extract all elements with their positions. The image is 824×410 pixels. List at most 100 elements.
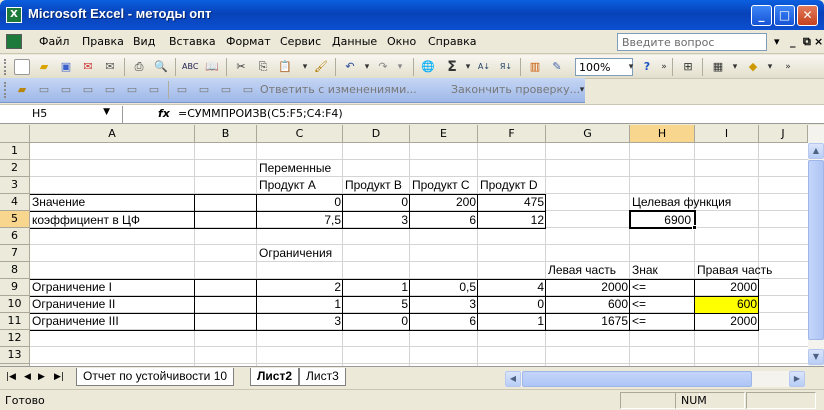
cell-i9[interactable]: 2000 bbox=[695, 279, 759, 296]
scroll-left-icon[interactable]: ◀ bbox=[505, 371, 521, 387]
cell-d3[interactable]: Продукт B bbox=[343, 177, 410, 194]
borders-icon[interactable]: ▦ bbox=[710, 59, 726, 75]
minimize-button[interactable]: _ bbox=[751, 5, 772, 26]
undo-icon[interactable]: ↶ bbox=[342, 59, 358, 75]
column-header-e[interactable]: E bbox=[410, 125, 478, 143]
autosum-icon[interactable]: Σ bbox=[444, 59, 460, 75]
cell-c11[interactable]: 3 bbox=[257, 313, 343, 330]
cell-g10[interactable]: 600 bbox=[546, 296, 630, 313]
format-painter-icon[interactable]: 🖌 bbox=[313, 59, 329, 75]
fill-color-icon[interactable]: ◆ bbox=[745, 59, 761, 75]
cell-e11[interactable]: 6 bbox=[410, 313, 478, 330]
next-sheet-icon[interactable]: ▶ bbox=[38, 372, 45, 382]
horizontal-scroll-thumb[interactable] bbox=[522, 371, 752, 387]
cell-f10[interactable]: 0 bbox=[478, 296, 546, 313]
column-header-c[interactable]: C bbox=[257, 125, 343, 143]
cell-c2[interactable]: Переменные bbox=[257, 160, 343, 177]
cell-a10[interactable]: Ограничение II bbox=[30, 296, 195, 313]
ask-dropdown-icon[interactable]: ▾ bbox=[774, 35, 780, 48]
cell-e9[interactable]: 0,5 bbox=[410, 279, 478, 296]
copy-icon[interactable]: ⎘ bbox=[255, 59, 271, 75]
review-icon-4[interactable]: ▭ bbox=[80, 82, 96, 98]
zoom-dropdown-icon[interactable]: ▾ bbox=[623, 59, 639, 75]
new-icon[interactable] bbox=[14, 59, 30, 75]
review-icon-1[interactable]: ▰ bbox=[14, 82, 30, 98]
cell-h11[interactable]: <= bbox=[630, 313, 695, 330]
drawing-icon[interactable]: ✎ bbox=[549, 59, 565, 75]
ask-question-input[interactable]: Введите вопрос bbox=[617, 33, 767, 51]
row-header-6[interactable]: 6 bbox=[0, 228, 30, 245]
cell-d5[interactable]: 3 bbox=[343, 212, 410, 229]
cut-icon[interactable]: ✂ bbox=[233, 59, 249, 75]
cell-d4[interactable]: 0 bbox=[343, 194, 410, 211]
column-header-b[interactable]: B bbox=[195, 125, 257, 143]
borders-dropdown-icon[interactable]: ▾ bbox=[727, 59, 743, 75]
review-icon-5[interactable]: ▭ bbox=[102, 82, 118, 98]
menu-help[interactable]: Справка bbox=[428, 35, 476, 48]
cell-c5[interactable]: 7,5 bbox=[257, 212, 343, 229]
menu-edit[interactable]: Правка bbox=[82, 35, 124, 48]
scroll-down-icon[interactable]: ▼ bbox=[808, 349, 824, 365]
last-sheet-icon[interactable]: ▶| bbox=[54, 372, 64, 382]
row-header-9[interactable]: 9 bbox=[0, 279, 30, 296]
cell-c7[interactable]: Ограничения bbox=[257, 245, 343, 262]
first-sheet-icon[interactable]: |◀ bbox=[6, 372, 16, 382]
scroll-right-icon[interactable]: ▶ bbox=[789, 371, 805, 387]
review-icon-2[interactable]: ▭ bbox=[36, 82, 52, 98]
reviewing-toolbar-grip[interactable] bbox=[4, 82, 7, 98]
cell-h4[interactable]: Целевая функция bbox=[630, 194, 770, 211]
cell-d10[interactable]: 5 bbox=[343, 296, 410, 313]
row-header-13[interactable]: 13 bbox=[0, 347, 30, 364]
print-preview-icon[interactable]: 🔍 bbox=[153, 59, 169, 75]
column-header-g[interactable]: G bbox=[546, 125, 630, 143]
help-icon[interactable]: ? bbox=[639, 59, 655, 75]
review-icon-7[interactable]: ▭ bbox=[146, 82, 162, 98]
autosum-dropdown-icon[interactable]: ▾ bbox=[460, 59, 476, 75]
name-box-dropdown-icon[interactable]: ▼ bbox=[103, 107, 110, 117]
formula-input[interactable]: =СУММПРОИЗВ(C5:F5;C4:F4) bbox=[178, 107, 343, 120]
menu-data[interactable]: Данные bbox=[332, 35, 377, 48]
cell-e5[interactable]: 6 bbox=[410, 212, 478, 229]
cell-c10[interactable]: 1 bbox=[257, 296, 343, 313]
cell-d9[interactable]: 1 bbox=[343, 279, 410, 296]
row-header-10[interactable]: 10 bbox=[0, 296, 30, 313]
cell-g11[interactable]: 1675 bbox=[546, 313, 630, 330]
menu-file[interactable]: Файл bbox=[39, 35, 69, 48]
redo-icon[interactable]: ↷ bbox=[375, 59, 391, 75]
toolbar-more-icon[interactable]: » bbox=[780, 59, 796, 75]
row-header-8[interactable]: 8 bbox=[0, 262, 30, 279]
open-icon[interactable]: ▰ bbox=[36, 59, 52, 75]
review-icon-8[interactable]: ▭ bbox=[174, 82, 190, 98]
doc-close-button[interactable]: × bbox=[814, 35, 823, 48]
row-header-11[interactable]: 11 bbox=[0, 313, 30, 330]
maximize-button[interactable]: □ bbox=[774, 5, 795, 26]
email-icon[interactable]: ✉ bbox=[102, 59, 118, 75]
cell-a11[interactable]: Ограничение III bbox=[30, 313, 195, 330]
cell-c4[interactable]: 0 bbox=[257, 194, 343, 211]
close-button[interactable]: ✕ bbox=[797, 5, 818, 26]
cell-a5[interactable]: коэффициент в ЦФ bbox=[30, 212, 195, 229]
review-icon-6[interactable]: ▭ bbox=[124, 82, 140, 98]
row-header-12[interactable]: 12 bbox=[0, 330, 30, 347]
paste-icon[interactable]: 📋 bbox=[277, 59, 293, 75]
save-icon[interactable]: ▣ bbox=[58, 59, 74, 75]
reply-changes-icon[interactable]: ▭ bbox=[240, 82, 256, 98]
row-header-1[interactable]: 1 bbox=[0, 143, 30, 160]
column-header-a[interactable]: A bbox=[30, 125, 195, 143]
cell-e4[interactable]: 200 bbox=[410, 194, 478, 211]
menu-view[interactable]: Вид bbox=[133, 35, 155, 48]
scroll-up-icon[interactable]: ▲ bbox=[808, 143, 824, 159]
row-header-5[interactable]: 5 bbox=[0, 211, 30, 228]
print-icon[interactable]: ⎙ bbox=[131, 59, 147, 75]
cell-a9[interactable]: Ограничение I bbox=[30, 279, 195, 296]
cell-f5[interactable]: 12 bbox=[478, 212, 546, 229]
cell-f11[interactable]: 1 bbox=[478, 313, 546, 330]
cell-h10[interactable]: <= bbox=[630, 296, 695, 313]
merge-icon[interactable]: ⊞ bbox=[680, 59, 696, 75]
menu-format[interactable]: Формат bbox=[226, 35, 271, 48]
sheet-tab-list3[interactable]: Лист3 bbox=[299, 368, 346, 386]
cell-i11[interactable]: 2000 bbox=[695, 313, 759, 330]
row-header-7[interactable]: 7 bbox=[0, 245, 30, 262]
paste-dropdown-icon[interactable]: ▾ bbox=[297, 59, 313, 75]
sheet-tab-sensitivity[interactable]: Отчет по устойчивости 10 bbox=[76, 368, 235, 386]
